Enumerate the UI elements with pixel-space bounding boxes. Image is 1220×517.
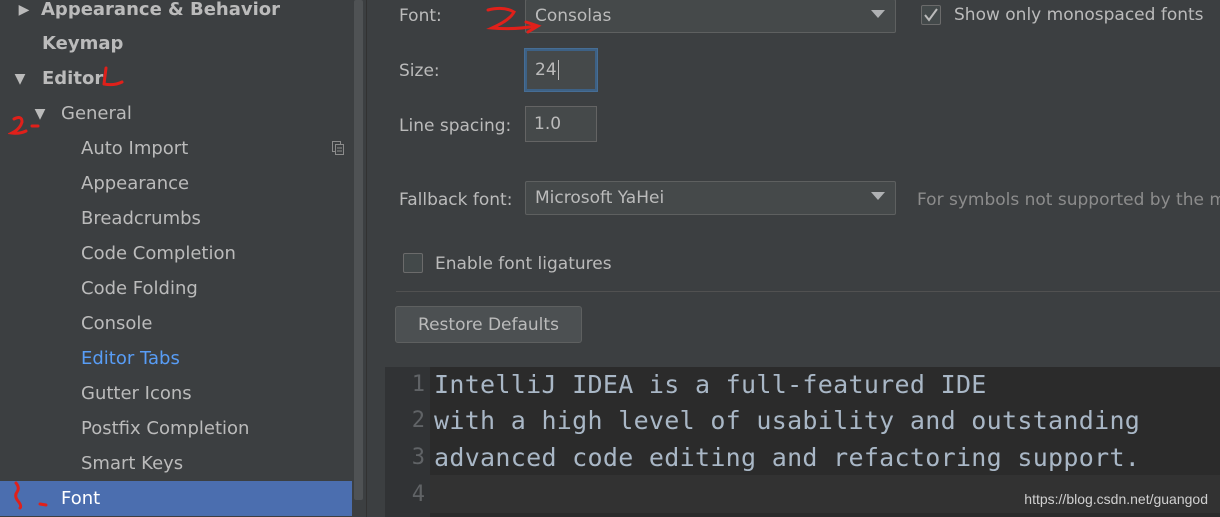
checkmark-icon [924,8,938,22]
tree-item-editor[interactable]: ▼ Editor [0,61,366,96]
text-caret [557,60,559,80]
font-combobox-value: Consolas [535,6,612,26]
restore-defaults-label: Restore Defaults [418,314,559,335]
tree-item-label: Font [61,488,101,509]
fallback-font-value: Microsoft YaHei [535,188,665,208]
line-spacing-label: Line spacing: [399,116,512,136]
font-preview-editor[interactable]: 1 IntelliJ IDEA is a full-featured IDE 2… [385,367,1220,517]
line-number: 2 [411,408,425,433]
settings-tree: ▶ Appearance & Behavior Keymap ▼ Editor … [0,0,367,517]
restore-defaults-button[interactable]: Restore Defaults [395,306,582,343]
font-ligatures-checkbox[interactable] [403,253,423,273]
tree-item-label: Code Completion [81,243,236,264]
font-combobox[interactable]: Consolas [525,0,896,33]
tree-item-label: Smart Keys [81,453,184,474]
sidebar-scrollbar-thumb[interactable] [354,0,363,500]
annotation-arrow [486,6,542,34]
line-spacing-input[interactable]: 1.0 [525,106,597,142]
tree-item-label: Gutter Icons [81,383,192,404]
chevron-down-icon[interactable] [871,192,885,200]
chevron-down-icon[interactable] [871,10,885,18]
tree-item-appearance[interactable]: Appearance [0,166,366,201]
tree-item-label: Editor [42,68,104,89]
tree-item-label: Appearance & Behavior [41,0,281,20]
annotation-mark-3 [14,481,48,510]
tree-item-editor-tabs[interactable]: Editor Tabs [0,341,366,376]
line-number: 4 [411,482,425,507]
annotation-mark-1 [102,66,124,87]
tree-item-appearance-behavior[interactable]: ▶ Appearance & Behavior [0,0,366,27]
preview-line: advanced code editing and refactoring su… [434,443,1141,472]
collapsed-arrow-icon[interactable]: ▶ [14,2,34,18]
monospaced-only-label[interactable]: Show only monospaced fonts [954,5,1204,25]
size-label: Size: [399,61,440,81]
tree-item-font[interactable]: Font [0,481,366,516]
line-number: 3 [411,445,425,470]
project-settings-icon [332,141,344,155]
tree-item-code-folding[interactable]: Code Folding [0,271,366,306]
tree-item-general[interactable]: ▼ General [0,96,366,131]
annotation-mark-2 [8,116,40,135]
tree-item-label: Auto Import [81,138,189,159]
tree-item-breadcrumbs[interactable]: Breadcrumbs [0,201,366,236]
line-number: 1 [411,372,425,397]
expanded-arrow-icon[interactable]: ▼ [10,71,30,87]
monospaced-only-checkbox[interactable] [921,5,941,25]
tree-item-console[interactable]: Console [0,306,366,341]
line-spacing-value: 1.0 [534,114,562,134]
tree-item-label: Postfix Completion [81,418,250,439]
tree-item-smart-keys[interactable]: Smart Keys [0,446,366,481]
preview-line: with a high level of usability and outst… [434,406,1141,435]
fallback-font-hint: For symbols not supported by the m [917,190,1220,210]
tree-item-label: Editor Tabs [81,348,180,369]
size-input-value: 24 [535,60,557,80]
tree-item-postfix-completion[interactable]: Postfix Completion [0,411,366,446]
tree-item-keymap[interactable]: Keymap [0,26,366,61]
tree-item-code-completion[interactable]: Code Completion [0,236,366,271]
watermark-url: https://blog.csdn.net/guangod [1024,491,1208,507]
font-settings-panel: Font: Consolas Show only monospaced font… [368,0,1220,517]
tree-item-label: Appearance [81,173,190,194]
font-ligatures-label[interactable]: Enable font ligatures [435,254,612,274]
tree-item-label: Keymap [42,33,124,54]
size-input[interactable]: 24 [525,49,597,91]
tree-item-label: General [61,103,132,124]
tree-item-label: Code Folding [81,278,198,299]
tree-item-auto-import[interactable]: Auto Import [0,131,366,166]
preview-line: IntelliJ IDEA is a full-featured IDE [434,370,987,399]
section-divider [396,291,1220,292]
font-label: Font: [399,6,442,26]
tree-item-gutter-icons[interactable]: Gutter Icons [0,376,366,411]
fallback-font-combobox[interactable]: Microsoft YaHei [525,181,896,215]
tree-item-label: Console [81,313,153,334]
fallback-font-label: Fallback font: [399,190,513,210]
tree-item-label: Breadcrumbs [81,208,201,229]
